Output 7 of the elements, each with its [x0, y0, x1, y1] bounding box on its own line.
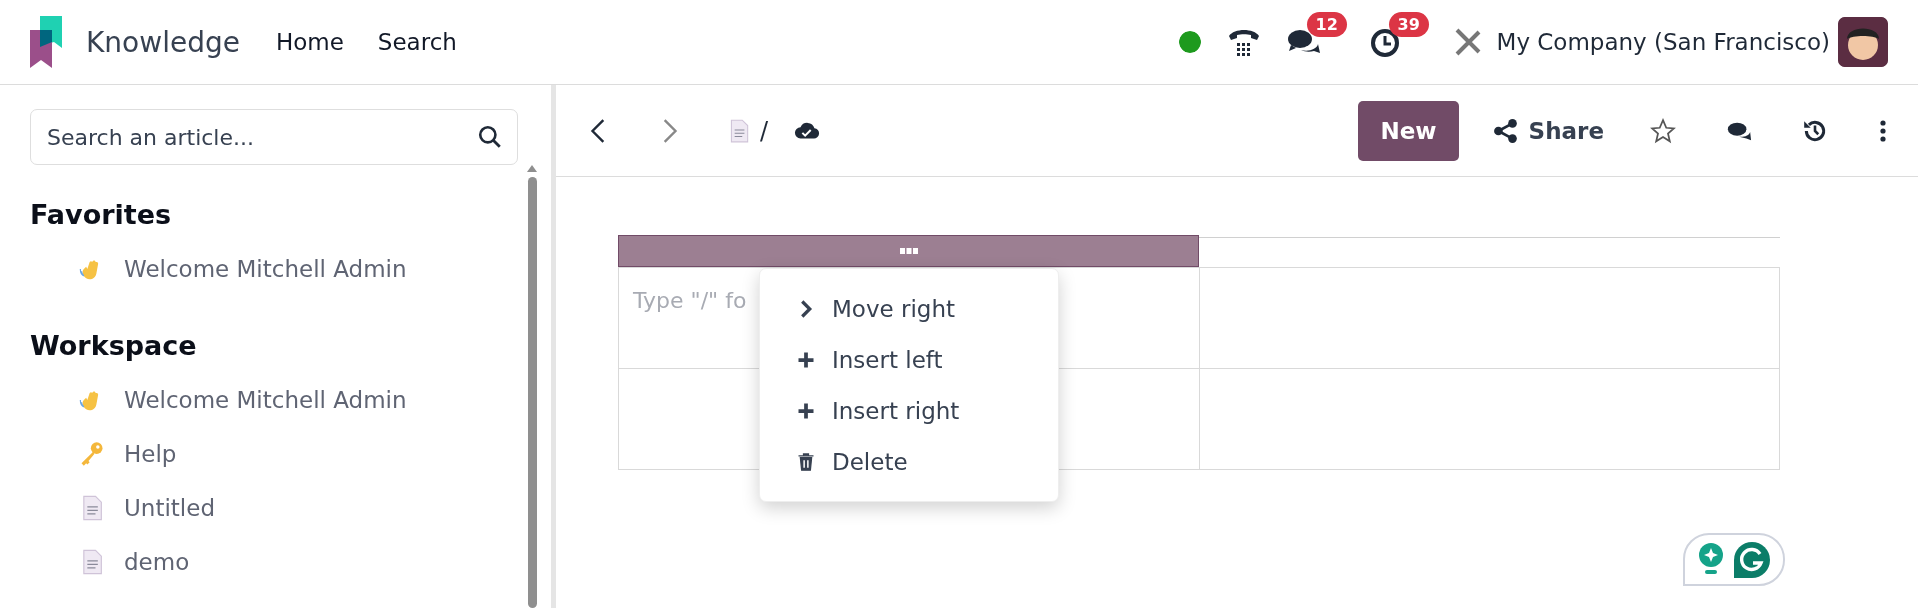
cell-placeholder: Type "/" fo — [633, 288, 747, 313]
breadcrumb-separator: / — [760, 116, 769, 145]
notification-badge: 12 — [1306, 12, 1347, 37]
app-name: Knowledge — [86, 25, 240, 59]
notification-badge: 39 — [1388, 12, 1429, 37]
section-heading: Workspace — [30, 330, 198, 361]
section-heading: Favorites — [30, 199, 173, 230]
